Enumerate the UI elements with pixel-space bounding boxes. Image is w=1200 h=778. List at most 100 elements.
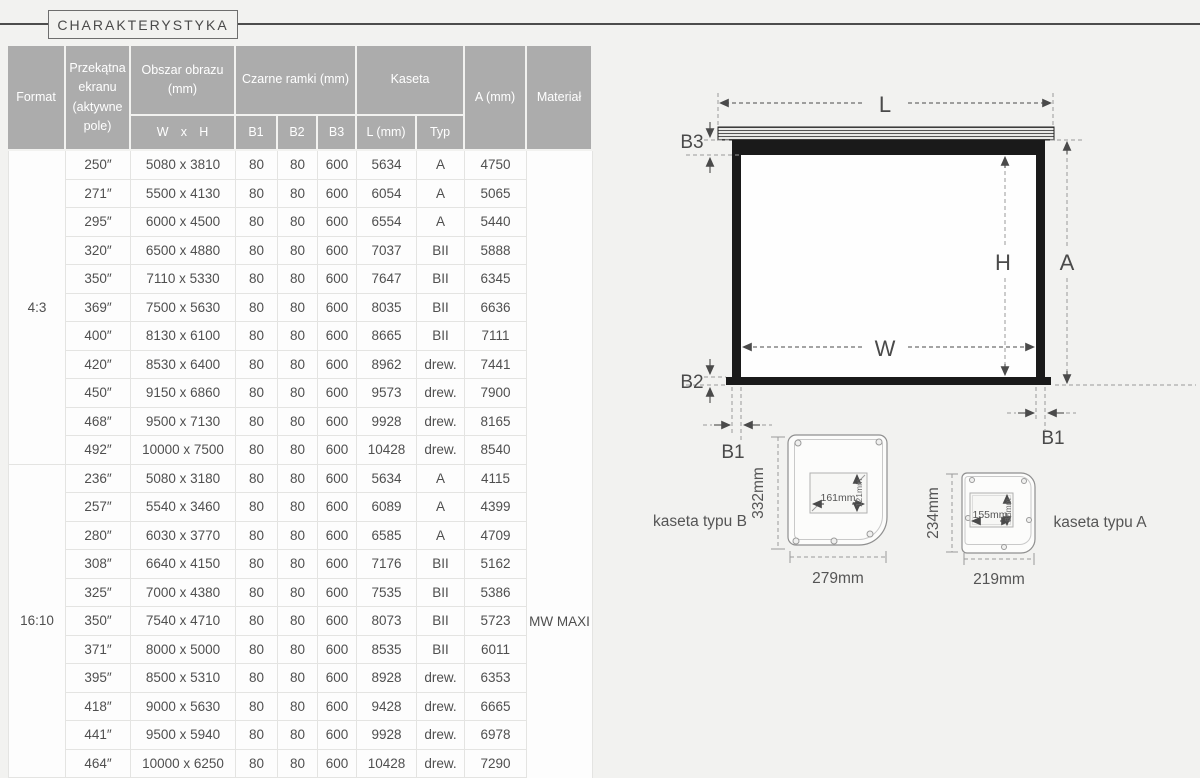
spec-cell: 600: [318, 693, 357, 722]
spec-cell: 7290: [465, 750, 527, 778]
col-header-diagonal: Przekątna ekranu (aktywne pole): [66, 46, 131, 151]
cassette-b-label: kaseta typu B: [653, 513, 747, 530]
spec-cell: 600: [318, 750, 357, 778]
spec-cell: 9500 x 7130: [131, 408, 236, 437]
spec-cell: 271″: [66, 180, 131, 209]
spec-cell: 10428: [357, 750, 417, 778]
dimension-b1-right: B1: [1007, 387, 1076, 449]
spec-cell: 80: [278, 636, 318, 665]
screw-icon: [876, 439, 882, 445]
spec-cell: 280″: [66, 522, 131, 551]
cassette-type-a: 155mm 88mm 234mm 219mm kaseta typu A: [925, 473, 1147, 588]
spec-cell: 468″: [66, 408, 131, 437]
screen-left-border: [732, 155, 741, 377]
spec-cell: 325″: [66, 579, 131, 608]
spec-cell: BII: [417, 636, 465, 665]
spec-cell: 80: [236, 636, 278, 665]
spec-cell: 80: [236, 693, 278, 722]
spec-cell: 80: [236, 208, 278, 237]
spec-cell: 80: [278, 237, 318, 266]
spec-cell: BII: [417, 550, 465, 579]
dimension-b2: B2: [680, 359, 726, 403]
spec-cell: 492″: [66, 436, 131, 465]
table-row: 350″7540 x 471080806008073BII5723: [8, 607, 593, 636]
spec-cell: 8665: [357, 322, 417, 351]
spec-cell: A: [417, 151, 465, 180]
cassette-a-height: 234mm: [925, 487, 942, 539]
screw-icon: [831, 538, 837, 544]
dimension-b1-left: B1: [703, 387, 772, 463]
spec-cell: 600: [318, 607, 357, 636]
table-row: 400″8130 x 610080806008665BII7111: [8, 322, 593, 351]
screw-icon: [970, 478, 975, 483]
table-row: 369″7500 x 563080806008035BII6636: [8, 294, 593, 323]
spec-cell: 295″: [66, 208, 131, 237]
spec-cell: 6054: [357, 180, 417, 209]
screw-icon: [867, 531, 873, 537]
spec-cell: 6000 x 4500: [131, 208, 236, 237]
table-row: 257″5540 x 346080806006089A4399: [8, 493, 593, 522]
screen-top-border: [732, 140, 1045, 155]
cassette-a-inner-height: 88mm: [1003, 498, 1013, 522]
col-header-a: A (mm): [465, 46, 527, 151]
spec-cell: 80: [278, 351, 318, 380]
spec-cell: 600: [318, 636, 357, 665]
table-row: 295″6000 x 450080806006554A5440: [8, 208, 593, 237]
spec-table-header: Format Przekątna ekranu (aktywne pole) O…: [8, 46, 593, 151]
table-row: 271″5500 x 413080806006054A5065: [8, 180, 593, 209]
table-row: 308″6640 x 415080806007176BII5162: [8, 550, 593, 579]
table-row: 492″10000 x 7500808060010428drew.8540: [8, 436, 593, 465]
spec-cell: 80: [236, 379, 278, 408]
spec-cell: 80: [236, 579, 278, 608]
label-a: A: [1060, 250, 1075, 275]
spec-cell: 80: [236, 550, 278, 579]
spec-cell: 9573: [357, 379, 417, 408]
spec-cell: A: [417, 208, 465, 237]
spec-cell: 369″: [66, 294, 131, 323]
spec-cell: 8535: [357, 636, 417, 665]
spec-cell: 80: [236, 493, 278, 522]
spec-cell: 600: [318, 151, 357, 180]
spec-cell: 80: [236, 522, 278, 551]
spec-cell: 5065: [465, 180, 527, 209]
spec-cell: BII: [417, 237, 465, 266]
label-h: H: [995, 250, 1011, 275]
spec-cell: 600: [318, 493, 357, 522]
screw-icon: [1027, 518, 1032, 523]
spec-cell: 10000 x 6250: [131, 750, 236, 778]
spec-cell: 80: [236, 351, 278, 380]
table-row: 420″8530 x 640080806008962drew.7441: [8, 351, 593, 380]
spec-cell: 6978: [465, 721, 527, 750]
spec-cell: 80: [278, 151, 318, 180]
spec-cell: 80: [278, 408, 318, 437]
spec-table: Format Przekątna ekranu (aktywne pole) O…: [8, 46, 593, 778]
spec-cell: 80: [236, 151, 278, 180]
spec-cell: 600: [318, 550, 357, 579]
spec-cell: A: [417, 522, 465, 551]
dimension-a: A: [1050, 140, 1196, 385]
spec-cell: BII: [417, 265, 465, 294]
cassette-b-inner-width: 161mm: [820, 492, 855, 504]
cassette-a-label: kaseta typu A: [1053, 514, 1147, 531]
dimension-l: L: [718, 92, 1053, 126]
spec-cell: 5634: [357, 465, 417, 494]
spec-cell: 80: [278, 465, 318, 494]
label-w: W: [875, 336, 896, 361]
table-row: 325″7000 x 438080806007535BII5386: [8, 579, 593, 608]
table-row: 350″7110 x 533080806007647BII6345: [8, 265, 593, 294]
spec-cell: 600: [318, 436, 357, 465]
spec-cell: 6554: [357, 208, 417, 237]
spec-cell: 6011: [465, 636, 527, 665]
spec-cell: 9500 x 5940: [131, 721, 236, 750]
cassette-type-b: 161mm 121mm 332mm 279mm kaseta typu B: [653, 435, 887, 587]
spec-cell: 5080 x 3810: [131, 151, 236, 180]
spec-cell: 371″: [66, 636, 131, 665]
spec-cell: 7900: [465, 379, 527, 408]
spec-cell: BII: [417, 607, 465, 636]
characteristics-page: CHARAKTERYSTYKA Format Przekątna ekranu …: [0, 0, 1200, 778]
spec-cell: BII: [417, 294, 465, 323]
material-cell: MW MAXI: [527, 465, 593, 778]
spec-cell: 600: [318, 208, 357, 237]
label-b3: B3: [680, 132, 703, 153]
material-cell: [527, 151, 593, 465]
